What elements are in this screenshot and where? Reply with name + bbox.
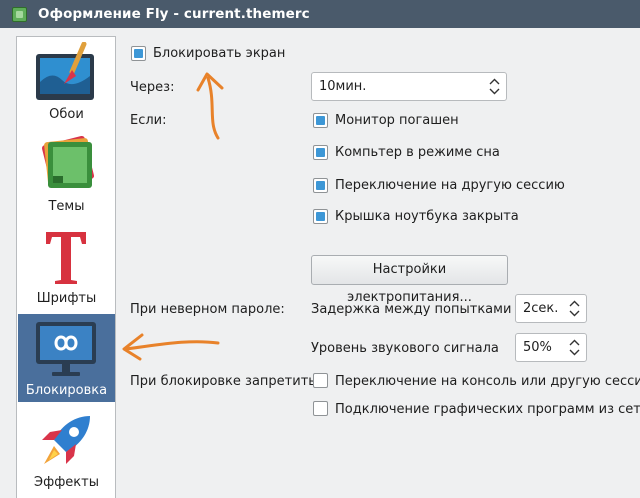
sidebar-item-label: Шрифты [36, 291, 97, 306]
sidebar-item-effects[interactable]: Эффекты [18, 406, 115, 494]
monitor-off-checkbox[interactable] [313, 113, 328, 128]
spin-arrows-icon [569, 300, 580, 317]
wrong-password-label: При неверном пароле: [130, 302, 285, 317]
switch-session-label: Переключение на другую сессию [335, 178, 565, 193]
wallpaper-icon [36, 42, 94, 100]
beep-level-spinbox[interactable]: 50% [515, 333, 587, 362]
beep-level-label: Уровень звукового сигнала [311, 341, 499, 356]
console-switch-label: Переключение на консоль или другую сесси… [335, 374, 640, 389]
window-title: Оформление Fly - current.themerc [38, 6, 310, 22]
sidebar-item-fonts[interactable]: Шрифты [18, 222, 115, 310]
delay-spinbox[interactable]: 2сек. [515, 294, 587, 323]
after-label: Через: [130, 80, 175, 95]
lock-screen-label: Блокировать экран [153, 46, 286, 61]
effects-icon [42, 416, 90, 464]
delay-label: Задержка между попытками [311, 302, 512, 317]
remote-graphics-label: Подключение графических программ из сети [335, 402, 640, 417]
lid-closed-checkbox[interactable] [313, 209, 328, 224]
delay-value: 2сек. [523, 301, 559, 316]
switch-session-checkbox[interactable] [313, 178, 328, 193]
themes-icon [41, 135, 95, 189]
timeout-spinbox[interactable]: 10мин. [311, 72, 507, 101]
sidebar-item-label: Обои [49, 107, 84, 122]
sidebar-item-wallpaper[interactable]: Обои [18, 38, 115, 126]
sleep-mode-label: Компьтер в режиме сна [335, 145, 500, 160]
spin-arrows-icon [489, 78, 500, 95]
spin-arrows-icon [569, 339, 580, 356]
category-sidebar: Обои Темы Шрифты Блокировка Эффекты [16, 36, 116, 498]
window-body: Обои Темы Шрифты Блокировка Эффекты Блок… [0, 28, 640, 498]
timeout-value: 10мин. [319, 79, 367, 94]
sidebar-item-lock[interactable]: Блокировка [18, 314, 115, 402]
theme-app-icon [12, 7, 27, 22]
sidebar-item-themes[interactable]: Темы [18, 130, 115, 218]
lock-screen-checkbox[interactable] [131, 46, 146, 61]
lock-screen-icon [36, 322, 96, 376]
if-label: Если: [130, 113, 167, 128]
beep-level-value: 50% [523, 340, 552, 355]
sleep-mode-checkbox[interactable] [313, 145, 328, 160]
fonts-icon [46, 232, 86, 284]
sidebar-item-label: Эффекты [34, 475, 99, 490]
monitor-off-label: Монитор погашен [335, 113, 459, 128]
lid-closed-label: Крышка ноутбука закрыта [335, 209, 519, 224]
sidebar-item-label: Блокировка [25, 383, 108, 398]
sidebar-item-label: Темы [48, 199, 85, 214]
forbid-label: При блокировке запретить: [130, 374, 321, 389]
console-switch-checkbox[interactable] [313, 373, 328, 388]
power-settings-button[interactable]: Настройки электропитания... [311, 255, 508, 305]
remote-graphics-checkbox[interactable] [313, 401, 328, 416]
title-bar: Оформление Fly - current.themerc [0, 0, 640, 28]
